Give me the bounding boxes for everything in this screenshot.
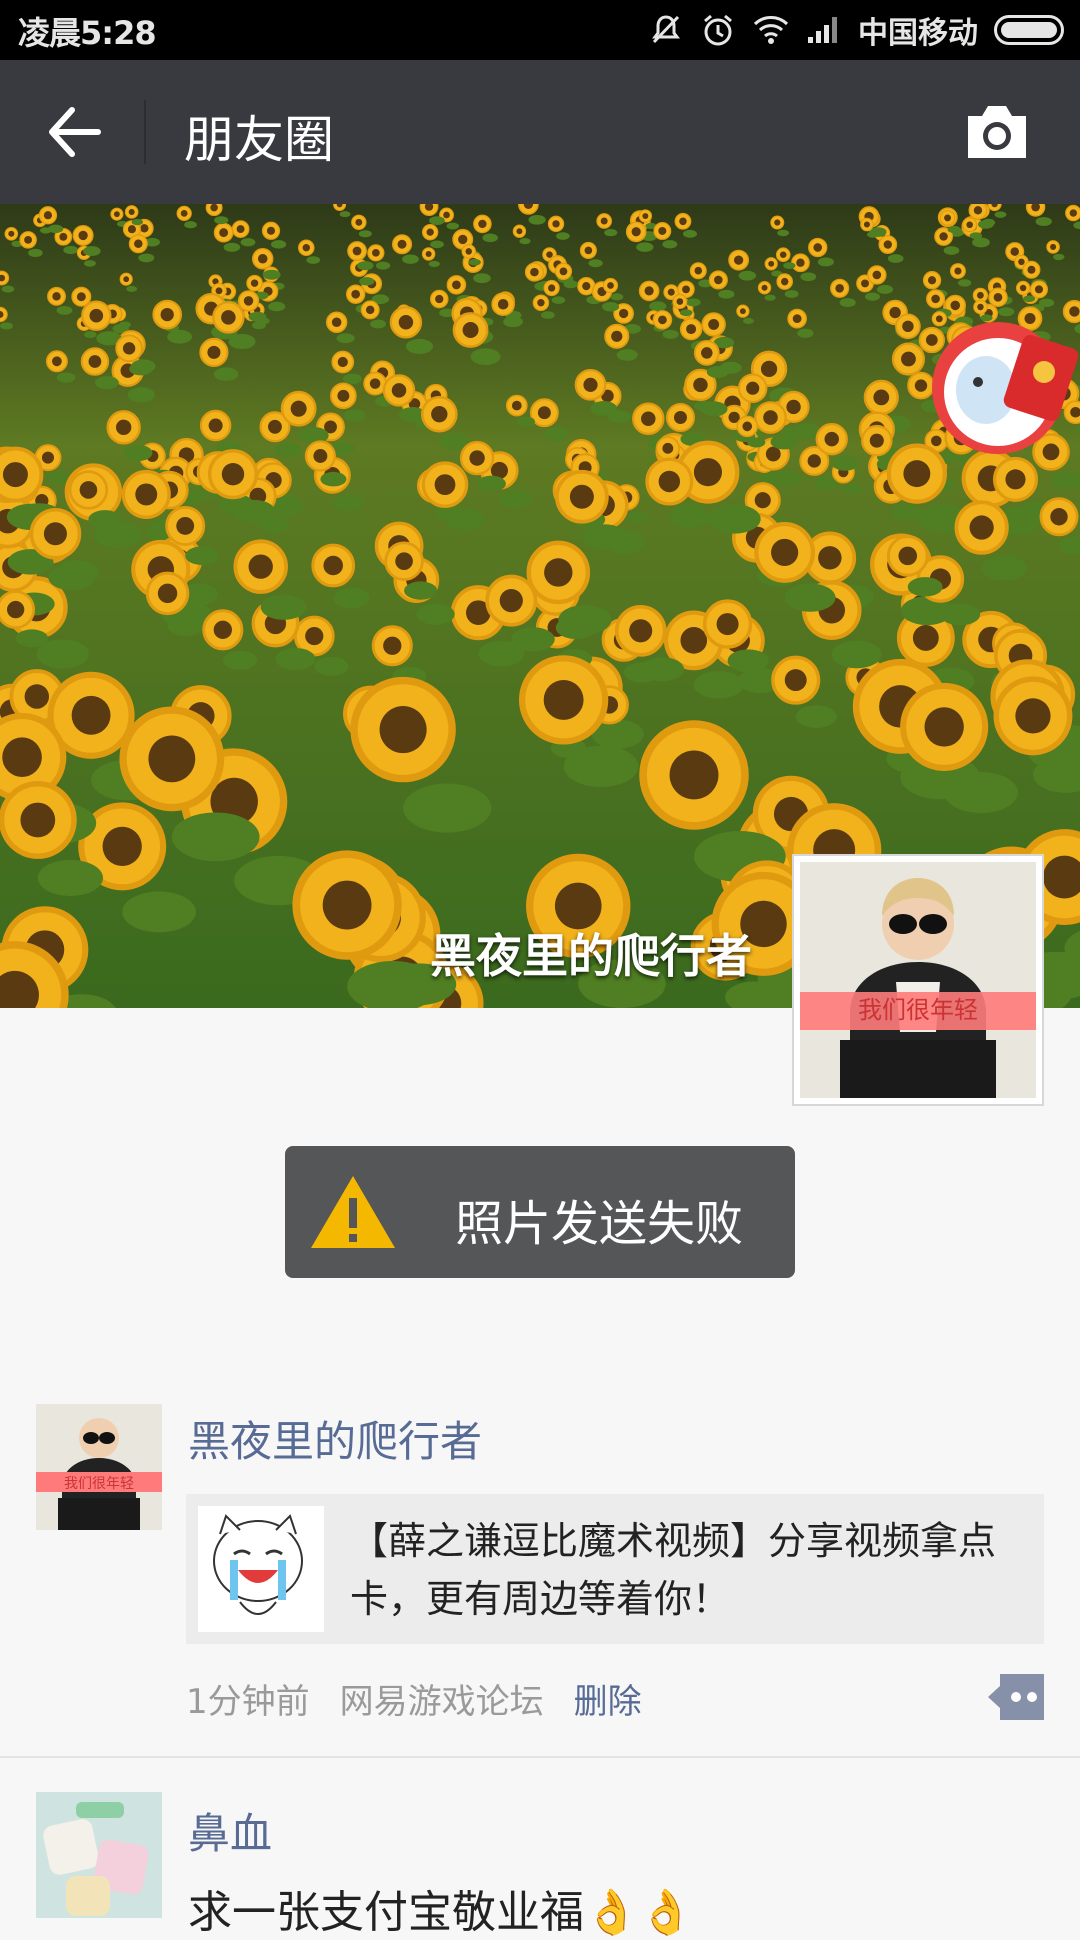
post-author-avatar[interactable]: 我们很年轻 bbox=[36, 1404, 162, 1530]
post-author-name[interactable]: 黑夜里的爬行者 bbox=[188, 1408, 482, 1469]
toast-message: 照片发送失败 bbox=[455, 1196, 744, 1252]
alarm-icon bbox=[704, 14, 732, 46]
child-portrait-image: 我们很年轻 bbox=[800, 862, 1036, 1098]
signal-icon bbox=[808, 17, 837, 43]
warning-icon bbox=[311, 1176, 395, 1248]
page-title: 朋友圈 bbox=[184, 111, 334, 169]
shared-link-thumbnail bbox=[198, 1506, 324, 1632]
comment-action-icon[interactable] bbox=[980, 1674, 1044, 1720]
profile-avatar[interactable]: 我们很年轻 bbox=[792, 854, 1044, 1106]
post-meta: 1分钟前 网易游戏论坛 删除 bbox=[186, 1674, 642, 1723]
cover-owner-name[interactable]: 黑夜里的爬行者 bbox=[430, 920, 752, 986]
shared-link-card[interactable]: 【薛之谦逗比魔术视频】分享视频拿点卡，更有周边等着你！ bbox=[186, 1494, 1044, 1644]
red-packet-mascot-icon[interactable] bbox=[920, 310, 1080, 460]
post-text: 求一张支付宝敬业福👌👌 bbox=[188, 1887, 694, 1938]
camera-icon[interactable] bbox=[962, 102, 1032, 162]
battery-icon bbox=[994, 15, 1064, 45]
carrier-name: 中国移动 bbox=[858, 16, 978, 51]
post-author-avatar[interactable] bbox=[36, 1792, 162, 1918]
error-toast: 照片发送失败 bbox=[285, 1146, 795, 1278]
crying-cat-sticker-icon bbox=[213, 1514, 303, 1615]
title-divider bbox=[144, 100, 146, 164]
post-divider bbox=[0, 1756, 1080, 1758]
post-author-name[interactable]: 鼻血 bbox=[188, 1800, 272, 1861]
status-time: 凌晨5:28 bbox=[18, 14, 157, 52]
title-bar: 朋友圈 bbox=[0, 60, 1080, 204]
status-bar: 凌晨5:28 中国移动 bbox=[0, 0, 1080, 60]
post-avatar-caption: 我们很年轻 bbox=[64, 1476, 134, 1492]
wifi-icon bbox=[753, 16, 789, 44]
delete-button[interactable]: 删除 bbox=[574, 1682, 642, 1722]
post-source[interactable]: 网易游戏论坛 bbox=[340, 1682, 544, 1722]
post-time: 1分钟前 bbox=[186, 1682, 310, 1722]
shared-link-title: 【薛之谦逗比魔术视频】分享视频拿点卡，更有周边等着你！ bbox=[350, 1519, 997, 1621]
mute-icon bbox=[652, 15, 680, 44]
back-arrow-icon[interactable] bbox=[44, 104, 104, 160]
profile-avatar-caption: 我们很年轻 bbox=[858, 996, 978, 1024]
